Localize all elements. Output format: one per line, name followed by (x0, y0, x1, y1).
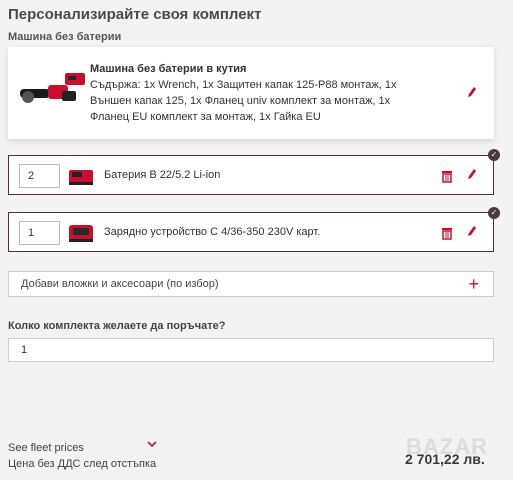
edit-battery-button[interactable] (465, 168, 479, 182)
chevron-down-icon[interactable] (147, 440, 157, 448)
fleet-prices-link[interactable]: See fleet prices (8, 442, 84, 454)
trash-icon[interactable] (441, 169, 453, 183)
pencil-icon (468, 169, 476, 179)
charger-image (69, 225, 93, 242)
battery-item-row: 2 Батерия B 22/5.2 Li-ion (8, 155, 494, 195)
battery-label: Батерия B 22/5.2 Li-ion (104, 169, 221, 181)
add-accessories-field[interactable]: Добави вложки и аксесоари (по избор) + (8, 271, 494, 297)
check-icon: ✓ (488, 207, 500, 219)
pencil-icon (468, 87, 476, 97)
add-accessories-label: Добави вложки и аксесоари (по избор) (21, 278, 219, 290)
page-title: Персонализирайте своя комплект (8, 6, 262, 23)
total-price: 2 701,22 лв. (405, 451, 485, 467)
pencil-icon (468, 226, 476, 236)
machine-contents: Съдържа: 1x Wrench, 1x Защитен капак 125… (90, 79, 397, 123)
trash-icon[interactable] (441, 226, 453, 240)
charger-qty-input[interactable]: 1 (19, 221, 60, 245)
charger-item-row: 1 Зарядно устройство C 4/36-350 230V кар… (8, 212, 494, 252)
order-qty-question: Колко комплекта желаете да поръчате? (8, 320, 226, 332)
order-qty-input[interactable]: 1 (8, 338, 494, 362)
battery-box-image (65, 73, 85, 85)
battery-qty-input[interactable]: 2 (19, 164, 60, 188)
charger-label: Зарядно устройство C 4/36-350 230V карт. (104, 226, 321, 238)
price-note: Цена без ДДС след отстъпка (8, 458, 157, 470)
machine-section-label: Машина без батерии (8, 31, 122, 43)
edit-charger-button[interactable] (465, 225, 479, 239)
check-icon: ✓ (488, 149, 500, 161)
machine-name: Машина без батерии в кутия (90, 63, 247, 75)
battery-image (69, 170, 93, 185)
machine-card: Машина без батерии в кутия Съдържа: 1x W… (8, 47, 494, 139)
machine-description: Машина без батерии в кутия Съдържа: 1x W… (90, 61, 430, 125)
edit-machine-button[interactable] (465, 86, 479, 100)
plus-icon[interactable]: + (468, 274, 479, 294)
